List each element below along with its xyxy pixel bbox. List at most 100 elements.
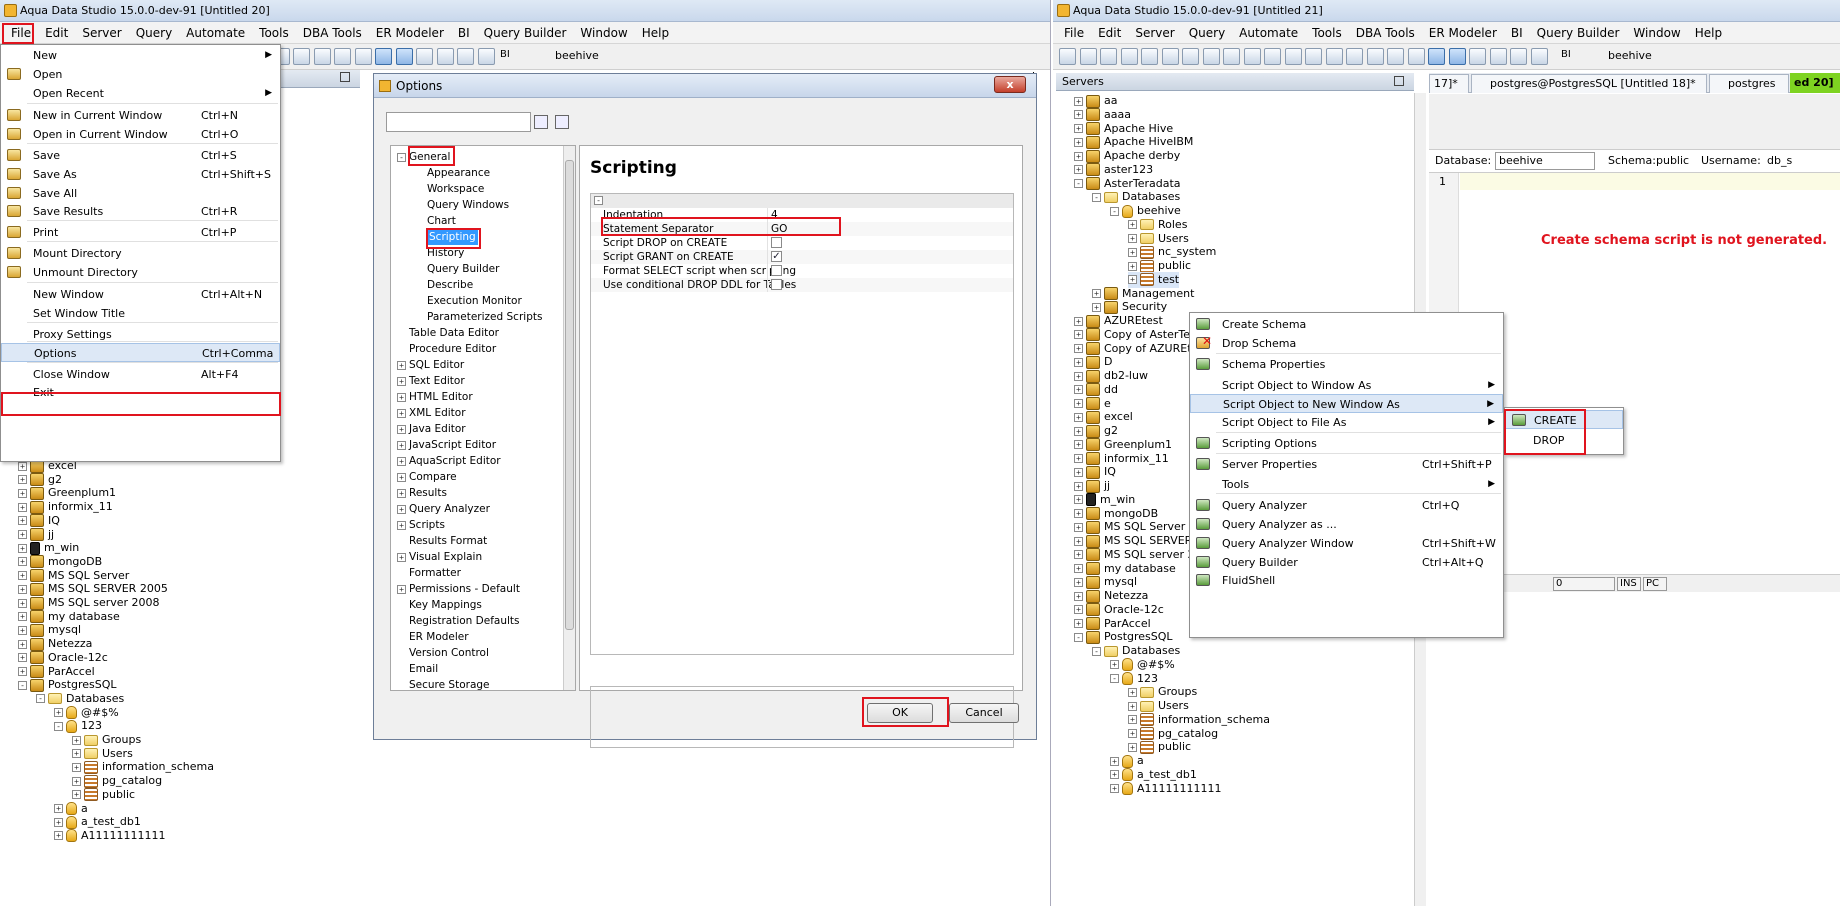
toolbar-button-icon[interactable]	[354, 48, 372, 65]
toolbar-button-icon[interactable]	[1059, 48, 1076, 65]
menu-window[interactable]: Window	[1626, 23, 1687, 43]
options-nav-registration-defaults[interactable]: Registration Defaults	[397, 613, 520, 629]
tab-untitled-18[interactable]: postgres@PostgresSQL [Untitled 18]*	[1471, 74, 1707, 93]
tab-postgres[interactable]: postgres	[1709, 74, 1789, 93]
expand-icon[interactable]: +	[1128, 247, 1137, 257]
toolbar-button-icon[interactable]	[1284, 48, 1302, 65]
expand-icon[interactable]: +	[397, 584, 406, 594]
maximize-icon[interactable]	[340, 72, 350, 82]
property-checkbox[interactable]: ✓	[771, 251, 782, 262]
expand-icon[interactable]: +	[1074, 564, 1083, 573]
expand-icon[interactable]: +	[1092, 289, 1101, 298]
expand-icon[interactable]: +	[397, 456, 406, 466]
toolbar-button-icon[interactable]	[1141, 48, 1158, 65]
file-menu-unmount-directory[interactable]: Unmount Directory	[1, 263, 280, 282]
toolbar-button-icon[interactable]	[1346, 48, 1363, 65]
menu-file[interactable]: File	[1057, 23, 1091, 43]
toolbar-button-icon[interactable]	[1161, 48, 1179, 65]
tab-untitled-17[interactable]: 17]*	[1429, 74, 1469, 93]
options-nav-secure-storage[interactable]: Secure Storage	[397, 677, 490, 690]
expand-icon[interactable]: +	[1074, 124, 1083, 133]
expand-icon[interactable]: +	[1074, 605, 1083, 615]
options-nav-workspace[interactable]: Workspace	[427, 181, 484, 197]
file-menu-open-recent[interactable]: Open Recent ▶	[1, 84, 280, 103]
menu-er-modeler[interactable]: ER Modeler	[369, 23, 451, 43]
expand-icon[interactable]: +	[18, 653, 27, 663]
expand-icon[interactable]: +	[18, 612, 27, 622]
options-nav-chart[interactable]: Chart	[427, 213, 456, 229]
menu-help[interactable]: Help	[1688, 23, 1729, 43]
context-menu-script-object-to-file-as[interactable]: Script Object to File As ▶	[1190, 413, 1503, 432]
expand-icon[interactable]: +	[18, 502, 27, 512]
options-nav-execution-monitor[interactable]: Execution Monitor	[427, 293, 522, 309]
options-nav-sql-editor[interactable]: + SQL Editor	[397, 357, 464, 373]
options-nav-query-windows[interactable]: Query Windows	[427, 197, 509, 213]
collapse-icon[interactable]: -	[36, 694, 45, 704]
toolbar-button-icon[interactable]	[416, 48, 433, 65]
toolbar-button-icon[interactable]	[1428, 48, 1445, 65]
expand-icon[interactable]: +	[397, 504, 406, 514]
expand-icon[interactable]: +	[1074, 330, 1083, 340]
collapse-icon[interactable]: -	[1092, 646, 1101, 656]
expand-icon[interactable]: +	[397, 552, 406, 562]
expand-icon[interactable]: +	[54, 831, 63, 841]
menu-tools[interactable]: Tools	[252, 23, 296, 43]
expand-icon[interactable]: +	[397, 376, 406, 386]
cancel-button[interactable]: Cancel	[949, 703, 1019, 723]
expand-icon[interactable]: +	[18, 475, 27, 485]
submenu-create[interactable]: CREATE	[1505, 410, 1623, 429]
expand-icon[interactable]: +	[397, 488, 406, 498]
expand-icon[interactable]: +	[1128, 261, 1137, 271]
expand-icon[interactable]: +	[1092, 302, 1101, 312]
toolbar-button-icon[interactable]	[1489, 48, 1507, 65]
options-nav-results-format[interactable]: Results Format	[397, 533, 487, 549]
toolbar-button-icon[interactable]	[436, 48, 454, 65]
property-value[interactable]: GO	[771, 222, 787, 236]
context-menu-drop-schema[interactable]: ✕ Drop Schema	[1190, 334, 1503, 353]
menu-help[interactable]: Help	[635, 23, 676, 43]
context-menu-schema-properties[interactable]: Schema Properties	[1190, 355, 1503, 374]
options-nav-table-data-editor[interactable]: Table Data Editor	[397, 325, 499, 341]
context-menu-tools[interactable]: Tools ▶	[1190, 475, 1503, 494]
expand-icon[interactable]: +	[1074, 371, 1083, 381]
file-menu-save-as[interactable]: Save As Ctrl+Shift+S	[1, 165, 280, 184]
expand-icon[interactable]: +	[1074, 344, 1083, 353]
file-menu-save-results[interactable]: Save Results Ctrl+R	[1, 202, 280, 221]
expand-icon[interactable]: +	[1074, 137, 1083, 147]
nav-scrollbar[interactable]	[563, 146, 575, 690]
property-checkbox[interactable]	[771, 265, 782, 276]
collapse-icon[interactable]: -	[1074, 632, 1083, 642]
context-menu-query-analyzer-as-[interactable]: Query Analyzer as ...	[1190, 515, 1503, 534]
options-nav-permissions-default[interactable]: + Permissions - Default	[397, 581, 520, 597]
expand-icon[interactable]: +	[1074, 509, 1083, 518]
expand-icon[interactable]: +	[18, 639, 27, 649]
menu-query-builder[interactable]: Query Builder	[1530, 23, 1627, 43]
options-nav-version-control[interactable]: Version Control	[397, 645, 489, 661]
expand-icon[interactable]: +	[1074, 591, 1083, 601]
expand-icon[interactable]: +	[1074, 412, 1083, 422]
bi-label[interactable]: BI	[1561, 49, 1571, 60]
collapse-icon[interactable]: -	[1110, 206, 1119, 216]
options-nav-email[interactable]: Email	[397, 661, 438, 677]
file-menu-new[interactable]: New ▶	[1, 46, 280, 65]
ok-button[interactable]: OK	[867, 703, 933, 723]
options-nav-procedure-editor[interactable]: Procedure Editor	[397, 341, 496, 357]
bi-label[interactable]: BI	[500, 49, 510, 60]
menu-bi[interactable]: BI	[1504, 23, 1530, 43]
tab-overflow[interactable]: ed 20]	[1790, 73, 1840, 93]
expand-icon[interactable]: +	[1074, 426, 1083, 436]
expand-icon[interactable]: +	[1074, 357, 1083, 367]
context-menu-query-analyzer[interactable]: Query Analyzer Ctrl+Q	[1190, 496, 1503, 515]
scrollbar-thumb[interactable]	[565, 160, 574, 630]
tree-node[interactable]: + A11111111111	[54, 828, 166, 844]
expand-icon[interactable]: +	[1128, 729, 1137, 738]
toolbar-button-icon[interactable]	[1325, 48, 1343, 65]
context-menu-fluidshell[interactable]: FluidShell	[1190, 571, 1503, 590]
options-nav-xml-editor[interactable]: + XML Editor	[397, 405, 466, 421]
options-nav-compare[interactable]: + Compare	[397, 469, 457, 485]
property-row[interactable]: Statement Separator GO	[591, 222, 1013, 236]
expand-icon[interactable]: +	[72, 735, 81, 745]
options-search-input[interactable]	[386, 112, 531, 132]
expand-icon[interactable]: +	[1074, 385, 1083, 395]
menu-edit[interactable]: Edit	[1091, 23, 1128, 43]
